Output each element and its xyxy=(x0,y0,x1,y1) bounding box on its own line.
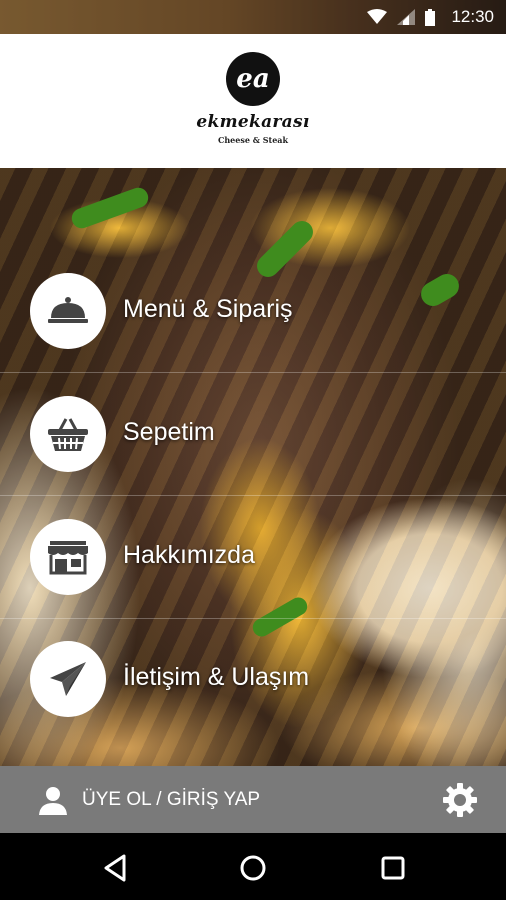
status-bar: 12:30 xyxy=(0,0,506,34)
login-signup-label: ÜYE OL / GİRİŞ YAP xyxy=(82,788,261,810)
menu-icon-circle xyxy=(30,396,106,472)
cloche-icon xyxy=(48,297,88,323)
home-icon[interactable] xyxy=(236,851,270,885)
menu-icon-circle xyxy=(30,273,106,349)
user-icon xyxy=(39,786,67,815)
paper-plane-icon xyxy=(50,662,86,696)
system-nav-bar xyxy=(0,833,506,900)
brand-logo: ea xyxy=(226,52,280,106)
svg-text:ea: ea xyxy=(236,64,269,94)
battery-icon xyxy=(425,8,436,26)
status-icons: 12:30 xyxy=(367,0,494,34)
hero-background: Menü & Sipariş Sepetim Hakkımızda İletiş… xyxy=(0,168,506,766)
menu-item-label: Menü & Sipariş xyxy=(123,295,293,323)
menu-item-cart[interactable]: Sepetim xyxy=(0,373,506,496)
wifi-icon xyxy=(367,9,388,24)
menu-item-order[interactable]: Menü & Sipariş xyxy=(0,250,506,373)
storefront-icon xyxy=(48,541,88,575)
basket-icon xyxy=(48,418,88,451)
menu-item-label: Hakkımızda xyxy=(123,541,255,569)
login-bar: ÜYE OL / GİRİŞ YAP xyxy=(0,766,506,833)
signal-icon xyxy=(397,9,416,25)
menu-icon-circle xyxy=(30,641,106,717)
status-time: 12:30 xyxy=(451,7,494,26)
recents-icon[interactable] xyxy=(376,851,410,885)
back-icon[interactable] xyxy=(98,851,132,885)
brand-name: ekmekarası xyxy=(196,112,310,132)
menu-item-contact[interactable]: İletişim & Ulaşım xyxy=(0,618,506,740)
menu-item-about[interactable]: Hakkımızda xyxy=(0,496,506,619)
menu-icon-circle xyxy=(30,519,106,595)
menu-item-label: Sepetim xyxy=(123,418,215,446)
app-header: ea ekmekarası Cheese & Steak xyxy=(0,34,506,168)
menu-item-label: İletişim & Ulaşım xyxy=(123,663,310,691)
gear-icon[interactable] xyxy=(442,782,478,818)
login-signup-button[interactable]: ÜYE OL / GİRİŞ YAP xyxy=(38,766,260,833)
logo-mark-icon: ea xyxy=(236,64,269,94)
brand-tagline: Cheese & Steak xyxy=(217,135,289,145)
